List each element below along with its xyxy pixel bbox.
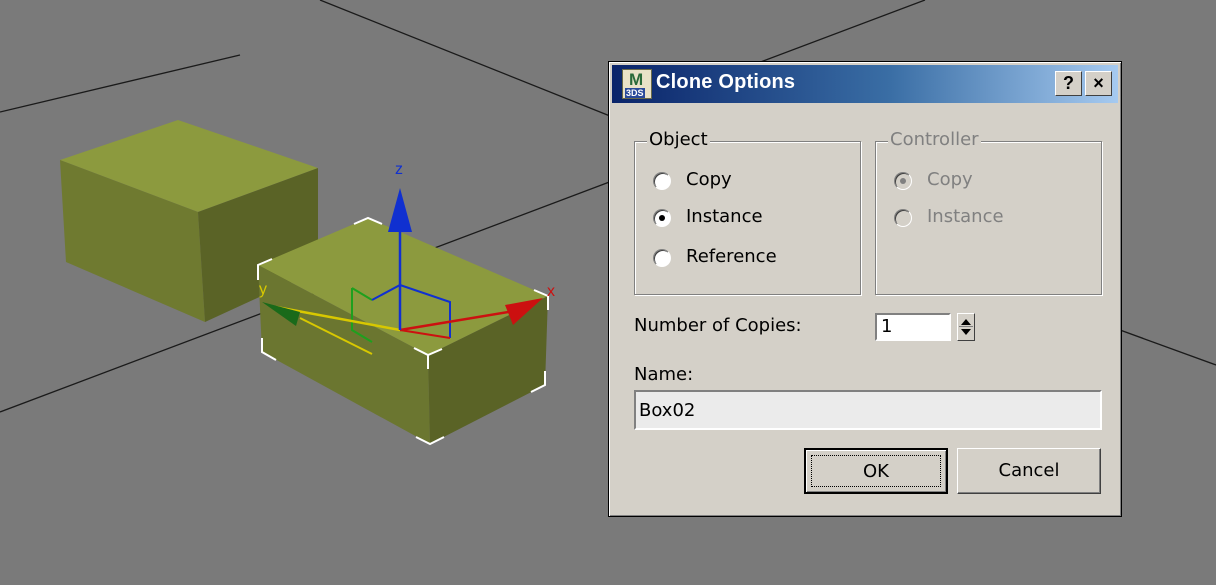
object-group: Object Copy Instance Reference <box>634 129 861 295</box>
spinner-up-arrow-icon[interactable] <box>961 319 971 325</box>
name-label: Name: <box>634 364 694 385</box>
close-button[interactable]: × <box>1085 71 1112 96</box>
ok-button[interactable]: OK <box>804 448 948 494</box>
number-of-copies-input[interactable]: 1 <box>875 313 951 341</box>
cancel-button[interactable]: Cancel <box>957 448 1101 494</box>
clone-options-dialog: M 3DS Clone Options ? × Object Copy Inst… <box>608 61 1122 517</box>
dialog-title: Clone Options <box>656 71 796 93</box>
gizmo-y-label: y <box>259 281 267 298</box>
dialog-titlebar[interactable]: M 3DS Clone Options ? × <box>612 65 1118 103</box>
object-copy-label: Copy <box>686 169 732 190</box>
ok-button-label: OK <box>863 461 889 482</box>
gizmo-x-label: x <box>547 283 555 300</box>
grid-line <box>0 54 241 113</box>
controller-copy-radio <box>894 172 912 190</box>
controller-group: Controller Copy Instance <box>875 129 1102 295</box>
copies-spinner[interactable] <box>957 313 975 341</box>
object-copy-radio[interactable] <box>653 172 671 190</box>
object-instance-radio[interactable] <box>653 209 671 227</box>
grid-line <box>1119 329 1216 366</box>
help-button[interactable]: ? <box>1055 71 1082 96</box>
gizmo-z-label: z <box>395 161 403 178</box>
number-of-copies-label: Number of Copies: <box>634 315 802 336</box>
object-group-label: Object <box>647 129 710 150</box>
3ds-max-app-icon: M 3DS <box>622 69 652 99</box>
controller-instance-radio <box>894 209 912 227</box>
controller-instance-label: Instance <box>927 206 1004 227</box>
object-reference-label: Reference <box>686 246 777 267</box>
controller-group-label: Controller <box>888 129 981 150</box>
controller-copy-label: Copy <box>927 169 973 190</box>
grid-line <box>319 0 621 121</box>
spinner-down-arrow-icon[interactable] <box>961 329 971 335</box>
object-instance-label: Instance <box>686 206 763 227</box>
object-reference-radio[interactable] <box>653 249 671 267</box>
name-input[interactable]: Box02 <box>634 390 1102 430</box>
